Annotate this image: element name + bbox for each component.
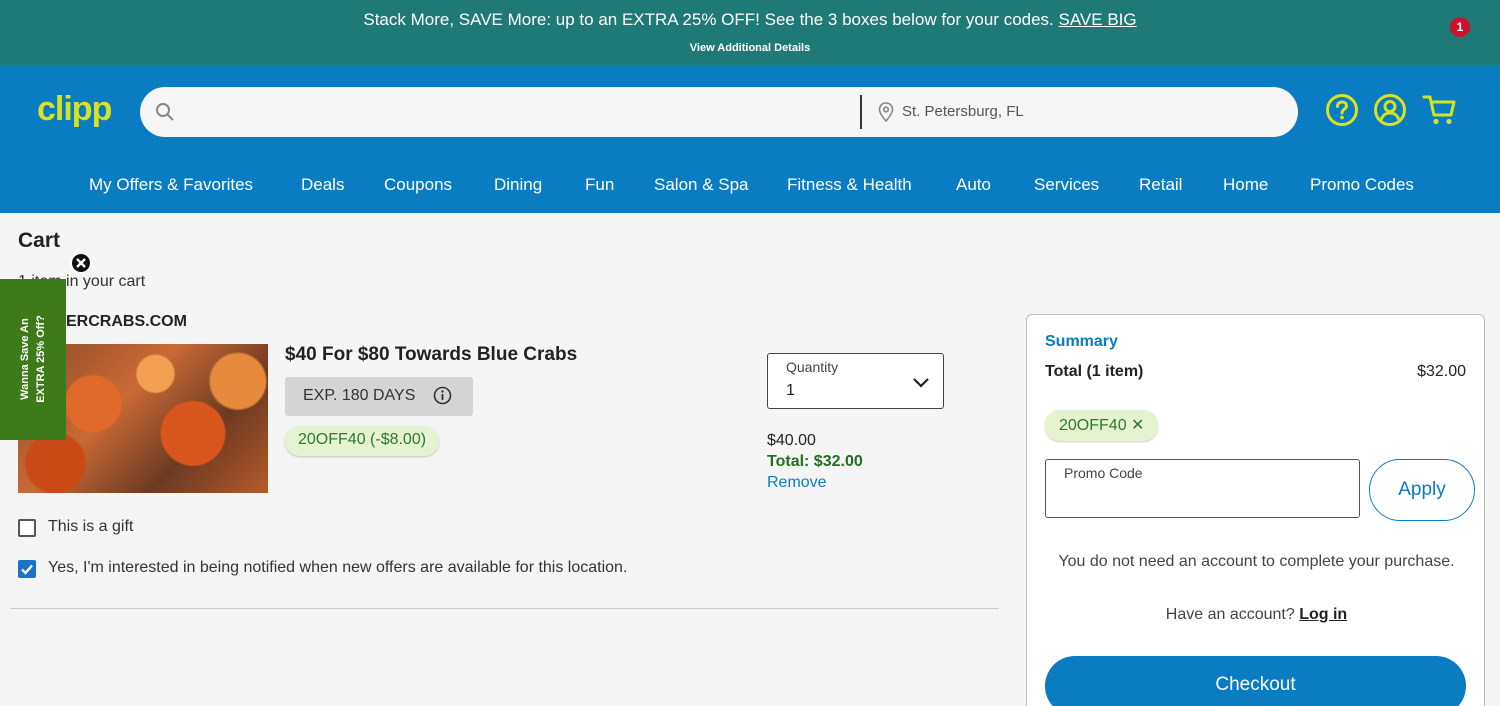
cart-count-badge: 1 xyxy=(1450,17,1470,37)
nav-item-my-offers[interactable]: My Offers & Favorites xyxy=(89,175,253,195)
offer-title[interactable]: $40 For $80 Towards Blue Crabs xyxy=(285,344,577,366)
view-details-link[interactable]: View Additional Details xyxy=(0,42,1500,54)
nav-item-dining[interactable]: Dining xyxy=(494,175,542,195)
nav-item-retail[interactable]: Retail xyxy=(1139,175,1182,195)
promo-code-input[interactable]: Promo Code xyxy=(1045,459,1360,518)
extra-savings-text: Wanna Save An EXTRA 25% Off? xyxy=(17,315,49,403)
account-message: You do not need an account to complete y… xyxy=(1058,553,1455,570)
merchant-name: ERCRABS.COM xyxy=(66,313,187,330)
remove-link[interactable]: Remove xyxy=(767,474,827,492)
help-icon[interactable] xyxy=(1325,93,1359,132)
checkout-button[interactable]: Checkout xyxy=(1045,656,1466,706)
extra-savings-tab[interactable]: Wanna Save An EXTRA 25% Off? xyxy=(0,279,66,440)
gift-checkbox[interactable] xyxy=(18,519,36,537)
search-bar[interactable]: St. Petersburg, FL xyxy=(140,87,1298,137)
order-summary: Summary Total (1 item) $32.00 20OFF40 ✕ … xyxy=(1026,314,1485,706)
nav-item-promo-codes[interactable]: Promo Codes xyxy=(1310,175,1414,195)
cart-icon[interactable] xyxy=(1422,93,1458,132)
summary-total-label: Total (1 item) xyxy=(1045,363,1144,380)
promo-banner: Stack More, SAVE More: up to an EXTRA 25… xyxy=(0,0,1500,65)
extra-savings-line1: Wanna Save An xyxy=(19,318,31,400)
banner-message: Stack More, SAVE More: up to an EXTRA 25… xyxy=(363,10,1137,29)
expiry-text: EXP. 180 DAYS xyxy=(303,387,416,404)
chevron-down-icon xyxy=(912,376,930,394)
site-header: clipp St. Petersburg, FL xyxy=(0,65,1500,157)
quantity-select[interactable]: Quantity 1 xyxy=(767,353,944,409)
item-promo-chip: 20OFF40 (-$8.00) xyxy=(285,426,440,456)
close-icon[interactable] xyxy=(70,252,92,274)
nav-item-auto[interactable]: Auto xyxy=(956,175,991,195)
clipp-logo[interactable]: clipp xyxy=(37,90,112,129)
checkmark-icon xyxy=(21,564,33,575)
location-text[interactable]: St. Petersburg, FL xyxy=(902,103,1024,120)
summary-title: Summary xyxy=(1045,333,1118,350)
nav-item-home[interactable]: Home xyxy=(1223,175,1268,195)
search-divider xyxy=(860,95,862,129)
login-prompt: Have an account? Log in xyxy=(1057,601,1456,628)
nav-item-fitness-health[interactable]: Fitness & Health xyxy=(787,175,912,195)
save-big-link[interactable]: SAVE BIG xyxy=(1059,10,1137,29)
summary-total-value: $32.00 xyxy=(1417,363,1466,380)
quantity-label: Quantity xyxy=(786,359,839,375)
notify-label[interactable]: Yes, I'm interested in being notified wh… xyxy=(48,559,627,577)
extra-savings-line2: EXTRA 25% Off? xyxy=(35,315,47,403)
item-price: $40.00 xyxy=(767,432,816,449)
applied-promo-chip[interactable]: 20OFF40 ✕ xyxy=(1045,410,1159,441)
section-divider xyxy=(10,608,999,609)
nav-item-coupons[interactable]: Coupons xyxy=(384,175,452,195)
promo-code-placeholder: Promo Code xyxy=(1064,465,1143,481)
nav-item-deals[interactable]: Deals xyxy=(301,175,344,195)
nav-item-services[interactable]: Services xyxy=(1034,175,1099,195)
nav-item-fun[interactable]: Fun xyxy=(585,175,614,195)
expiry-badge: EXP. 180 DAYS xyxy=(285,377,473,416)
notify-checkbox[interactable] xyxy=(18,560,36,578)
have-account-text: Have an account? xyxy=(1165,606,1295,623)
location-pin-icon xyxy=(878,102,894,127)
cart-title: Cart xyxy=(18,229,61,252)
account-icon[interactable] xyxy=(1373,93,1407,132)
info-icon[interactable] xyxy=(433,386,452,410)
apply-button[interactable]: Apply xyxy=(1369,459,1475,521)
item-total: Total: $32.00 xyxy=(767,453,863,470)
quantity-value: 1 xyxy=(786,382,795,399)
nav-item-salon-spa[interactable]: Salon & Spa xyxy=(654,175,749,195)
search-icon xyxy=(155,102,175,127)
category-nav: My Offers & Favorites Deals Coupons Dini… xyxy=(0,157,1500,213)
gift-label[interactable]: This is a gift xyxy=(48,518,133,536)
login-link[interactable]: Log in xyxy=(1299,606,1347,623)
